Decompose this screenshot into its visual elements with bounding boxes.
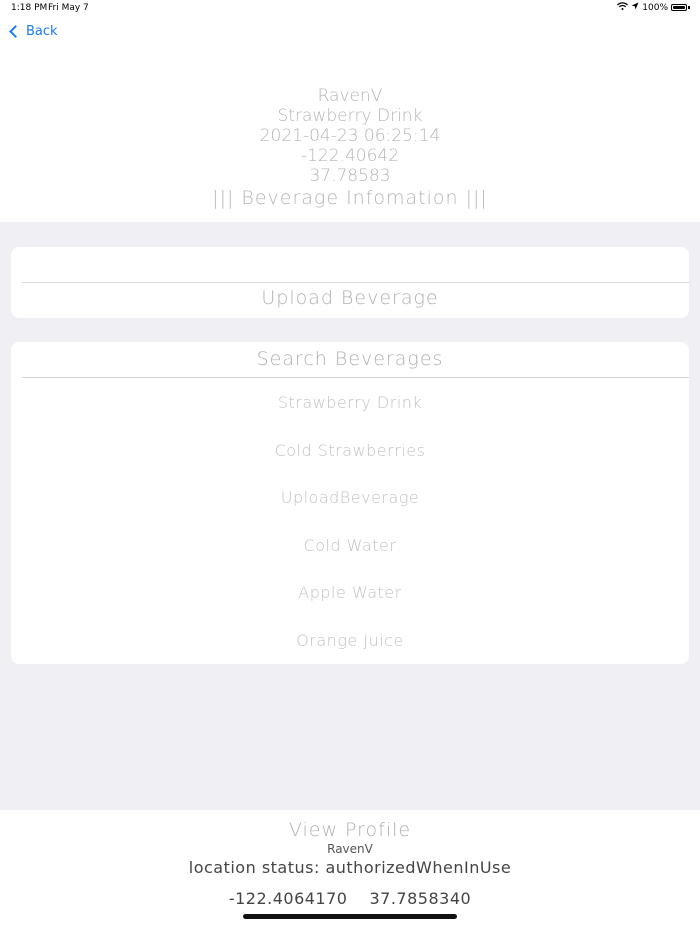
info-username: RavenV xyxy=(317,86,383,106)
content-area: Upload Beverage Search Beverages Strawbe… xyxy=(0,222,700,810)
list-item[interactable]: Orange Juice xyxy=(11,616,689,664)
upload-beverage-button[interactable]: Upload Beverage xyxy=(11,287,689,309)
battery-icon xyxy=(671,4,687,11)
beverage-name-field[interactable] xyxy=(22,255,682,283)
info-beverage: Strawberry Drink xyxy=(277,106,423,126)
app-screen: 1:18 PM Fri May 7 100% Back RavenV Straw… xyxy=(0,0,700,934)
list-item[interactable]: Cold Strawberries xyxy=(11,426,689,474)
upload-divider xyxy=(22,282,689,283)
battery-percent: 100% xyxy=(642,2,668,13)
info-latitude: 37.78583 xyxy=(309,166,391,186)
location-arrow-icon xyxy=(631,2,639,13)
list-item[interactable]: Strawberry Drink xyxy=(11,378,689,426)
status-date: Fri May 7 xyxy=(48,3,89,13)
list-item[interactable]: UploadBeverage xyxy=(11,473,689,521)
view-profile-button[interactable]: View Profile xyxy=(0,819,700,841)
search-beverages-button[interactable]: Search Beverages xyxy=(11,348,689,370)
beverage-list: Strawberry Drink Cold Strawberries Uploa… xyxy=(11,378,689,663)
beverage-info: RavenV Strawberry Drink 2021-04-23 06:25… xyxy=(0,86,700,210)
info-title: ||| Beverage Infomation ||| xyxy=(212,187,488,209)
battery-cap xyxy=(688,6,690,9)
footer-longitude: -122.4064170 xyxy=(228,889,348,908)
wifi-icon xyxy=(617,2,629,13)
list-item[interactable]: Apple Water xyxy=(11,568,689,616)
footer-username: RavenV xyxy=(327,842,373,856)
info-longitude: -122.40642 xyxy=(300,146,400,166)
chevron-left-icon xyxy=(9,25,22,38)
status-time: 1:18 PM xyxy=(11,3,48,13)
status-bar: 1:18 PM Fri May 7 100% xyxy=(0,0,700,18)
info-timestamp: 2021-04-23 06:25:14 xyxy=(259,126,441,146)
search-card: Search Beverages Strawberry Drink Cold S… xyxy=(11,342,689,664)
back-label: Back xyxy=(26,24,58,39)
upload-card: Upload Beverage xyxy=(11,247,689,318)
location-status: location status: authorizedWhenInUse xyxy=(188,858,512,877)
home-indicator[interactable] xyxy=(243,914,457,919)
back-button[interactable]: Back xyxy=(8,24,58,39)
footer-latitude: 37.7858340 xyxy=(369,889,472,908)
coordinates: -122.4064170 37.7858340 xyxy=(0,889,700,908)
status-indicators: 100% xyxy=(617,2,690,13)
list-item[interactable]: Cold Water xyxy=(11,521,689,569)
